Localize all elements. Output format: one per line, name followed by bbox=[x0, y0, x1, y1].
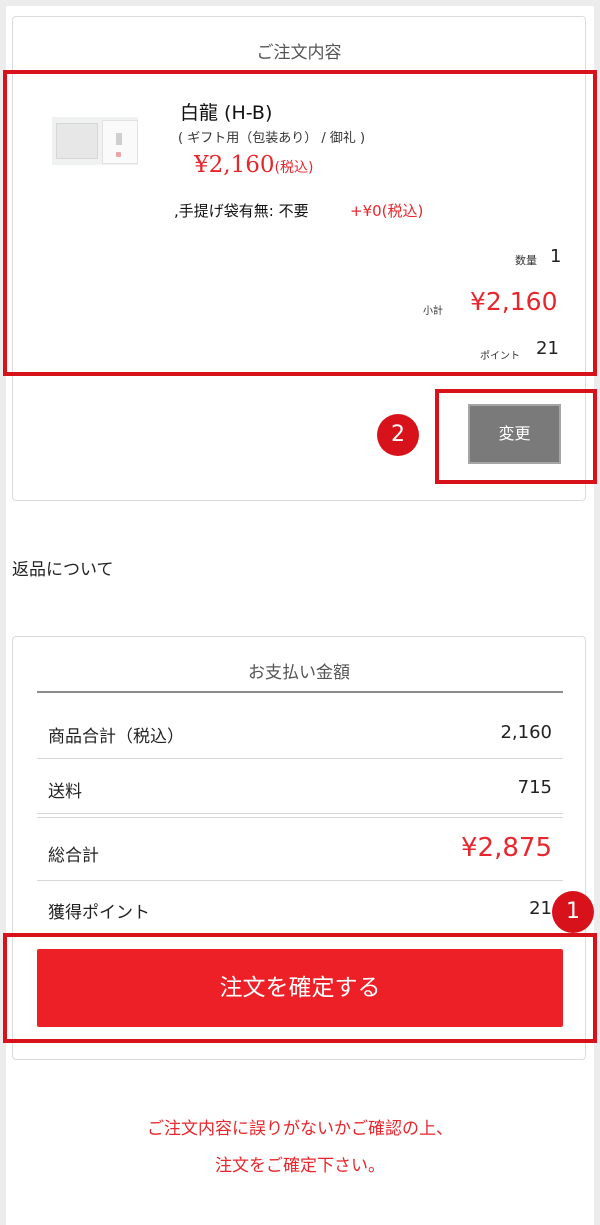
quantity-value: 1 bbox=[550, 246, 562, 267]
row-divider bbox=[37, 758, 563, 759]
step-badge-1: 1 bbox=[552, 891, 594, 933]
confirm-notice-line1: ご注文内容に誤りがないかご確認の上、 bbox=[147, 1119, 453, 1139]
confirm-notice-line2: 注文をご確定下さい。 bbox=[215, 1156, 385, 1176]
product-price: ¥2,160(税込) bbox=[194, 152, 313, 178]
earned-points-value: 21 bbox=[529, 898, 552, 919]
change-button[interactable]: 変更 bbox=[468, 404, 561, 464]
row-divider-double bbox=[37, 817, 563, 818]
order-title: ご注文内容 bbox=[256, 43, 342, 63]
product-thumbnail[interactable] bbox=[52, 117, 138, 165]
payment-title-divider bbox=[37, 691, 563, 693]
product-total-value: 2,160 bbox=[500, 722, 552, 743]
product-image-mark bbox=[116, 133, 122, 145]
subtotal-label: 小計 bbox=[423, 306, 443, 317]
product-total-label: 商品合計（税込） bbox=[48, 727, 184, 747]
product-price-tax: (税込) bbox=[274, 160, 314, 176]
grand-total-value: ¥2,875 bbox=[461, 833, 552, 863]
quantity-label: 数量 bbox=[515, 254, 537, 267]
product-option: ( ギフト用（包装あり） / 御礼 ) bbox=[178, 131, 366, 146]
earned-points-label: 獲得ポイント bbox=[48, 903, 150, 923]
product-price-value: ¥2,160 bbox=[194, 152, 275, 178]
bag-option-price: +¥0(税込) bbox=[350, 202, 424, 220]
shipping-value: 715 bbox=[517, 777, 552, 798]
payment-title: お支払い金額 bbox=[248, 663, 350, 683]
step-badge-2: 2 bbox=[377, 414, 419, 456]
confirm-order-button[interactable]: 注文を確定する bbox=[37, 949, 563, 1027]
row-divider bbox=[37, 813, 563, 814]
bag-option-label: ,手提げ袋有無: 不要 bbox=[174, 202, 309, 220]
shipping-label: 送料 bbox=[48, 782, 82, 802]
product-image-box bbox=[56, 123, 98, 159]
subtotal-value: ¥2,160 bbox=[470, 287, 558, 316]
grand-total-label: 総合計 bbox=[48, 846, 99, 866]
product-image-seal bbox=[116, 152, 121, 157]
product-name[interactable]: 白龍 (H-B) bbox=[180, 98, 272, 125]
row-divider bbox=[37, 880, 563, 881]
returns-link[interactable]: 返品について bbox=[12, 555, 114, 580]
points-label: ポイント bbox=[480, 351, 520, 362]
points-value: 21 bbox=[536, 338, 559, 359]
